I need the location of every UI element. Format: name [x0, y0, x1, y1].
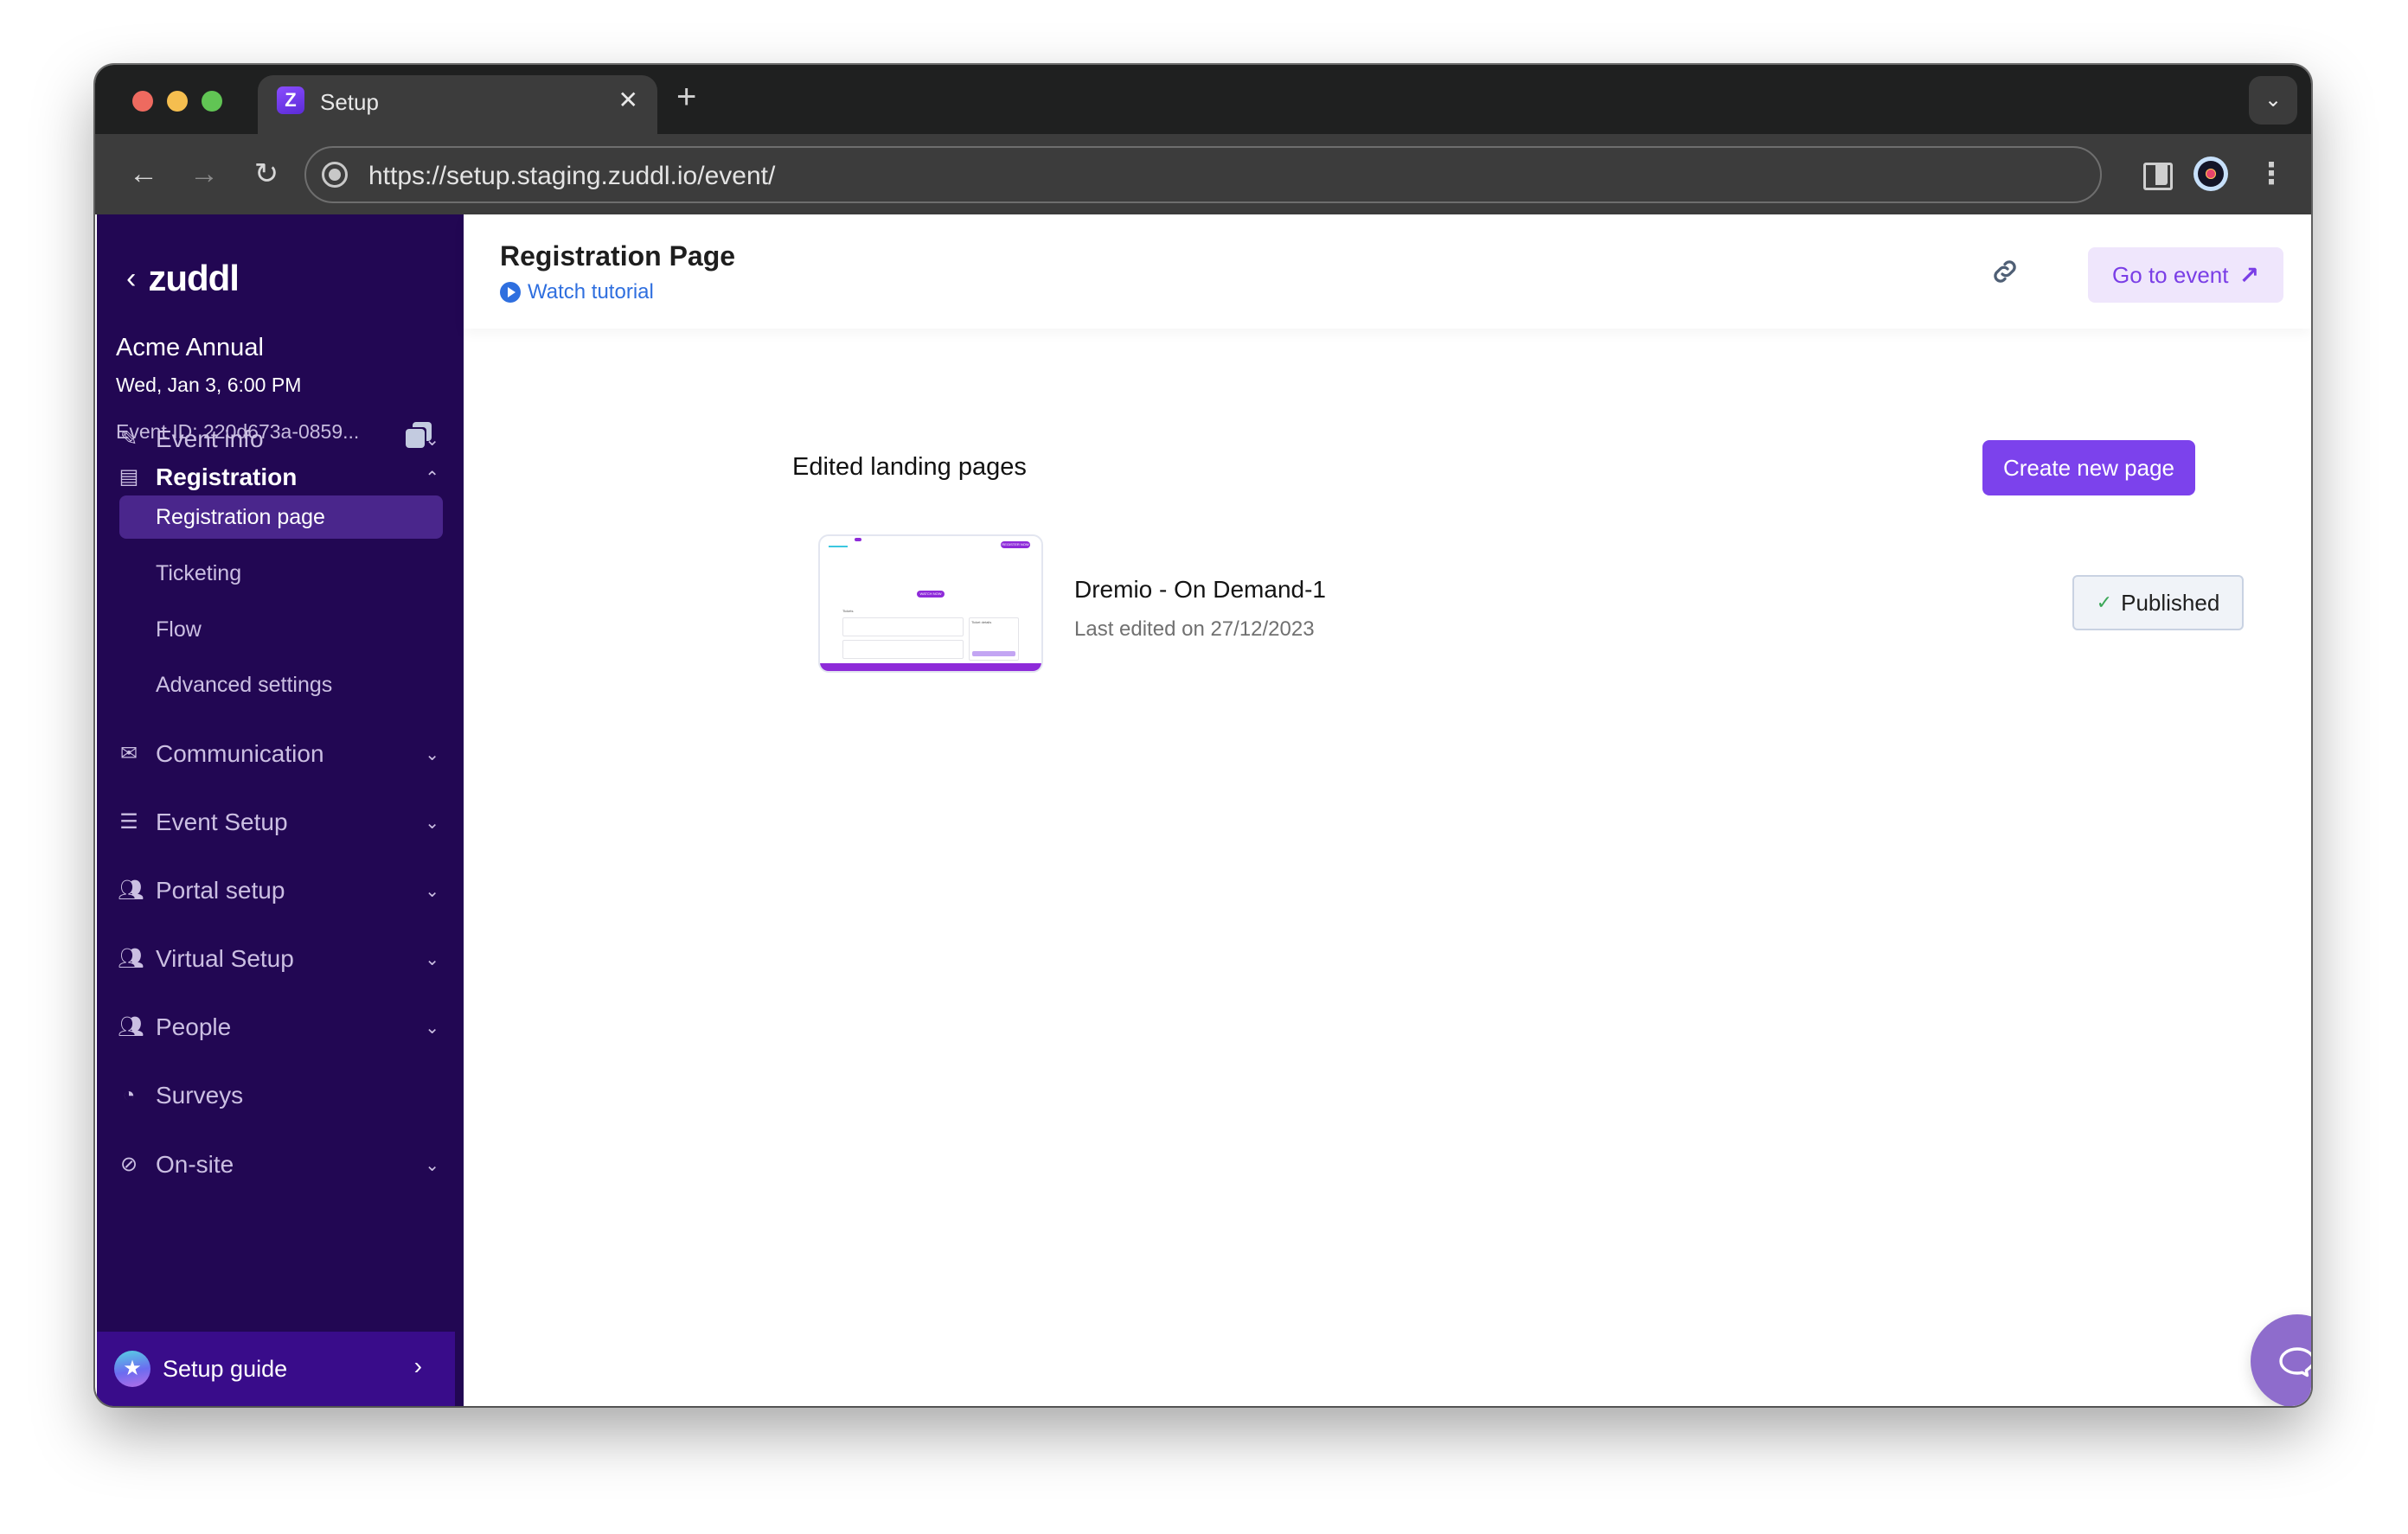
chevron-left-icon: ‹: [126, 261, 137, 295]
sidebar-subitem-registration-page[interactable]: Registration page: [119, 495, 443, 539]
page-header: Registration Page Watch tutorial Go to e…: [464, 214, 2311, 329]
chevron-down-icon: ⌄: [425, 745, 439, 764]
maximize-window-button[interactable]: [202, 91, 222, 112]
sidebar-item-portal-setup[interactable]: 👥︎ Portal setup ⌄: [97, 865, 464, 917]
go-to-event-button[interactable]: Go to event ↗: [2088, 247, 2283, 303]
magic-wand-icon: ✎: [119, 427, 138, 451]
sidebar-item-label: Surveys: [156, 1082, 244, 1109]
chevron-down-icon: ⌄: [425, 881, 439, 901]
star-icon: ★: [114, 1351, 150, 1387]
setup-guide-label: Setup guide: [163, 1356, 288, 1382]
sidebar-item-virtual-setup[interactable]: 👥︎ Virtual Setup ⌄: [97, 933, 464, 985]
landing-page-thumbnail[interactable]: REGISTER NOW WATCH NOW Tickets Ticket de…: [818, 534, 1043, 673]
form-icon: ▤: [118, 465, 139, 489]
users-icon: 👥︎: [118, 947, 144, 970]
sidebar-item-label: Event Setup: [156, 809, 288, 835]
section-title: Edited landing pages: [792, 453, 1027, 481]
sidebar-item-label: Communication: [156, 740, 324, 767]
thumbnail-watch-button: WATCH NOW: [917, 591, 945, 598]
landing-page-name[interactable]: Dremio - On Demand-1: [1074, 576, 1326, 604]
browser-menu-icon[interactable]: ⋮: [2252, 155, 2290, 193]
chevron-right-icon: ›: [413, 1352, 422, 1379]
arrow-up-right-icon: ↗: [2238, 261, 2259, 289]
status-badge: ✓ Published: [2072, 575, 2244, 630]
sidebar-item-people[interactable]: 👥︎ People ⌄: [97, 1001, 464, 1053]
forward-arrow-icon[interactable]: →: [183, 153, 225, 195]
signpost-icon: ☰: [119, 810, 138, 834]
users-icon: 👥︎: [118, 1015, 144, 1039]
chevron-down-icon: ⌄: [425, 949, 439, 969]
back-arrow-icon[interactable]: ←: [123, 153, 164, 195]
pie-chart-icon: ◔: [122, 1083, 136, 1107]
side-panel-icon[interactable]: [2136, 155, 2174, 193]
sidebar-item-surveys[interactable]: ◔ Surveys: [97, 1070, 464, 1122]
check-icon: ✓: [2096, 591, 2113, 613]
close-tab-icon[interactable]: ✕: [618, 86, 638, 114]
sidebar-subitem-label: Ticketing: [156, 561, 242, 585]
create-new-page-button[interactable]: Create new page: [1982, 440, 2195, 495]
chat-bubble-icon: [2279, 1347, 2311, 1377]
sidebar-item-communication[interactable]: ✉ Communication ⌄: [97, 728, 464, 780]
tab-strip: Z Setup ✕ + ⌄: [95, 65, 2311, 134]
landing-page-last-edited: Last edited on 27/12/2023: [1074, 617, 1315, 641]
play-icon: [500, 282, 521, 303]
close-window-button[interactable]: [132, 91, 153, 112]
zuddl-favicon-icon: Z: [277, 86, 304, 114]
chat-support-button[interactable]: [2251, 1314, 2311, 1406]
sidebar-item-label: Event info: [156, 425, 264, 452]
sidebar-subitem-flow[interactable]: Flow: [119, 608, 443, 651]
tab-search-chevron-icon[interactable]: ⌄: [2249, 76, 2297, 125]
chevron-up-icon: ⌃: [425, 468, 439, 488]
url-text[interactable]: https://setup.staging.zuddl.io/event/: [368, 162, 775, 191]
sidebar-subitem-advanced-settings[interactable]: Advanced settings: [119, 663, 443, 706]
chevron-down-icon: ⌄: [425, 430, 439, 450]
thumbnail-register-button: REGISTER NOW: [1001, 541, 1030, 548]
reload-icon[interactable]: ↻: [246, 153, 287, 195]
sidebar-item-label: Registration: [156, 463, 298, 490]
zuddl-logo: zuddl: [148, 258, 240, 298]
sidebar-subitem-label: Advanced settings: [156, 673, 333, 697]
event-datetime: Wed, Jan 3, 6:00 PM: [116, 374, 302, 396]
setup-guide-button[interactable]: ★ Setup guide ›: [97, 1332, 455, 1406]
address-bar[interactable]: https://setup.staging.zuddl.io/event/: [304, 146, 2102, 203]
mail-icon: ✉: [119, 742, 138, 765]
sidebar-item-label: People: [156, 1013, 232, 1040]
back-to-dashboard-link[interactable]: ‹ zuddl: [126, 258, 240, 299]
browser-tab[interactable]: Z Setup ✕: [258, 75, 657, 134]
sidebar-subitem-ticketing[interactable]: Ticketing: [119, 552, 443, 595]
chevron-down-icon: ⌄: [425, 1018, 439, 1038]
profile-avatar-icon[interactable]: [2192, 155, 2230, 193]
compass-icon: ⊘: [119, 1153, 138, 1176]
minimize-window-button[interactable]: [167, 91, 188, 112]
new-tab-button[interactable]: +: [676, 77, 696, 117]
sidebar-item-label: On-site: [156, 1151, 234, 1178]
thumbnail-tickets-label: Tickets: [842, 609, 854, 613]
watch-tutorial-label: Watch tutorial: [528, 280, 654, 304]
chevron-down-icon: ⌄: [425, 813, 439, 833]
go-to-event-label: Go to event: [2112, 261, 2229, 288]
users-icon: 👥︎: [118, 879, 144, 902]
browser-toolbar: ← → ↻ https://setup.staging.zuddl.io/eve…: [95, 134, 2311, 214]
site-info-icon[interactable]: [322, 162, 348, 188]
sidebar-item-label: Virtual Setup: [156, 945, 294, 972]
sidebar: ‹ zuddl Acme Annual Wed, Jan 3, 6:00 PM …: [97, 214, 464, 1406]
landing-page-row: REGISTER NOW WATCH NOW Tickets Ticket de…: [818, 534, 2244, 678]
main-content: Registration Page Watch tutorial Go to e…: [464, 214, 2311, 1406]
thumbnail-ticket-details-label: Ticket details: [971, 620, 992, 624]
page-title: Registration Page: [500, 240, 736, 272]
sidebar-subitem-label: Registration page: [156, 505, 325, 529]
status-label: Published: [2121, 589, 2220, 616]
link-icon[interactable]: [1989, 256, 2021, 287]
chevron-down-icon: ⌄: [425, 1155, 439, 1175]
sidebar-item-label: Portal setup: [156, 877, 285, 904]
watch-tutorial-link[interactable]: Watch tutorial: [500, 280, 654, 304]
browser-window: Z Setup ✕ + ⌄ ← → ↻ https://setup.stagin…: [95, 65, 2311, 1406]
event-name: Acme Annual: [116, 334, 264, 361]
tab-title: Setup: [320, 89, 379, 115]
sidebar-item-event-setup[interactable]: ☰ Event Setup ⌄: [97, 796, 464, 848]
sidebar-item-on-site[interactable]: ⊘ On-site ⌄: [97, 1139, 464, 1191]
sidebar-subitem-label: Flow: [156, 617, 202, 642]
